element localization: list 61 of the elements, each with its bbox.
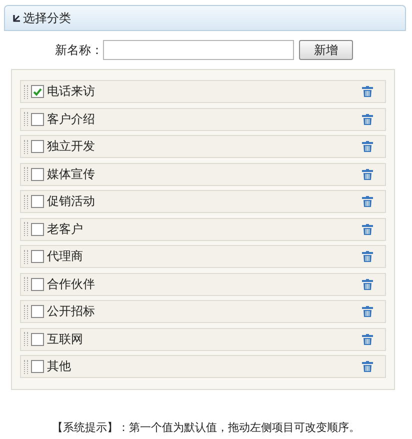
checkbox[interactable]: [31, 278, 44, 290]
drag-handle-icon[interactable]: [24, 332, 28, 346]
item-label: 公开招标: [47, 303, 96, 320]
drag-handle-icon[interactable]: [24, 250, 28, 264]
drag-handle-icon[interactable]: [24, 112, 28, 126]
panel-title: 选择分类: [23, 10, 71, 26]
drag-handle-icon[interactable]: [24, 194, 28, 208]
drag-handle-icon[interactable]: [24, 140, 28, 154]
list-item[interactable]: 客户介绍: [20, 108, 386, 130]
item-label: 促销活动: [47, 193, 96, 210]
name-input[interactable]: [103, 40, 294, 60]
drag-handle-icon[interactable]: [24, 277, 28, 291]
list-item[interactable]: 促销活动: [20, 190, 386, 213]
list-item[interactable]: 互联网: [20, 328, 386, 350]
trash-icon[interactable]: [362, 224, 373, 234]
item-label: 互联网: [47, 330, 84, 348]
add-button[interactable]: 新增: [299, 40, 353, 60]
list-item[interactable]: 代理商: [20, 245, 386, 268]
list-item[interactable]: 公开招标: [20, 300, 386, 323]
checkbox[interactable]: [31, 305, 44, 318]
drag-handle-icon[interactable]: [24, 167, 28, 181]
checkbox[interactable]: [31, 85, 44, 98]
trash-icon[interactable]: [362, 86, 373, 97]
name-label: 新名称：: [55, 42, 101, 58]
list-item[interactable]: 独立开发: [20, 135, 386, 158]
drag-handle-icon[interactable]: [24, 360, 28, 374]
item-label: 电话来访: [47, 83, 96, 100]
trash-icon[interactable]: [362, 306, 373, 317]
list-item[interactable]: 合作伙伴: [20, 272, 386, 296]
drag-handle-icon[interactable]: [24, 304, 28, 318]
checkbox[interactable]: [31, 140, 44, 153]
checkbox[interactable]: [31, 360, 44, 373]
list-item[interactable]: 电话来访: [20, 80, 386, 103]
drag-handle-icon[interactable]: [24, 84, 28, 98]
trash-icon[interactable]: [362, 168, 373, 180]
trash-icon[interactable]: [362, 278, 373, 290]
trash-icon[interactable]: [362, 334, 373, 344]
checkbox[interactable]: [31, 250, 44, 263]
item-label: 其他: [47, 358, 72, 375]
checkbox[interactable]: [31, 195, 44, 208]
system-tip: 【系统提示】：第一个值为默认值，拖动左侧项目可改变顺序。: [51, 420, 361, 435]
trash-icon[interactable]: [362, 361, 373, 372]
item-label: 代理商: [47, 248, 84, 265]
trash-icon[interactable]: [362, 196, 373, 207]
item-label: 老客户: [47, 220, 84, 238]
trash-icon[interactable]: [362, 251, 373, 262]
corner-arrow-icon: [13, 14, 20, 22]
item-label: 客户介绍: [47, 110, 96, 128]
item-label: 媒体宣传: [47, 166, 96, 182]
item-label: 合作伙伴: [47, 276, 96, 292]
item-label: 独立开发: [47, 138, 96, 155]
list-item[interactable]: 其他: [20, 355, 386, 378]
list-item[interactable]: 老客户: [20, 218, 386, 240]
drag-handle-icon[interactable]: [24, 222, 28, 236]
trash-icon[interactable]: [362, 114, 373, 124]
checkbox[interactable]: [31, 168, 44, 180]
trash-icon[interactable]: [362, 141, 373, 152]
checkbox[interactable]: [31, 112, 44, 126]
checkbox[interactable]: [31, 332, 44, 346]
list-item[interactable]: 媒体宣传: [20, 162, 386, 186]
checkbox[interactable]: [31, 222, 44, 236]
